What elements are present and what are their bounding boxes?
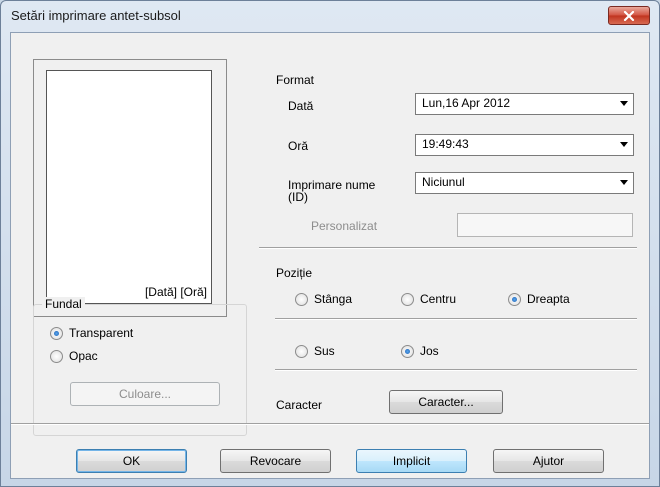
chevron-down-icon xyxy=(620,180,628,185)
preview-page: [Dată] [Oră] xyxy=(46,70,212,304)
radio-indicator xyxy=(295,344,308,358)
page-preview: [Dată] [Oră] xyxy=(33,59,227,317)
radio-transparent-label: Transparent xyxy=(69,326,134,340)
radio-transparent[interactable]: Transparent xyxy=(50,326,133,340)
ok-button[interactable]: OK xyxy=(76,449,187,473)
radio-bottom[interactable]: Jos xyxy=(401,344,439,358)
dialog-body: [Dată] [Oră] Fundal Transparent Opac Cul… xyxy=(10,32,650,479)
date-label: Dată xyxy=(288,99,314,113)
default-button[interactable]: Implicit xyxy=(356,449,467,473)
radio-center[interactable]: Centru xyxy=(401,292,456,306)
cancel-button[interactable]: Revocare xyxy=(220,449,331,473)
separator xyxy=(275,369,637,371)
radio-opaque[interactable]: Opac xyxy=(50,349,98,363)
help-button[interactable]: Ajutor xyxy=(493,449,604,473)
radio-right[interactable]: Dreapta xyxy=(508,292,570,306)
background-group: Fundal Transparent Opac Culoare... xyxy=(33,297,247,436)
radio-left-label: Stânga xyxy=(314,292,353,306)
print-name-label-sub: (ID) xyxy=(288,190,308,204)
chevron-down-icon xyxy=(620,101,628,106)
radio-top-label: Sus xyxy=(314,344,335,358)
separator xyxy=(259,247,637,249)
color-button[interactable]: Culoare... xyxy=(70,382,220,406)
character-button[interactable]: Caracter... xyxy=(389,390,503,414)
background-group-title: Fundal xyxy=(42,297,85,311)
radio-indicator xyxy=(50,326,63,340)
print-name-dropdown-value: Niciunul xyxy=(422,175,465,189)
time-label: Oră xyxy=(288,139,309,153)
print-name-dropdown[interactable]: Niciunul xyxy=(415,172,634,194)
radio-indicator xyxy=(50,349,63,363)
time-dropdown-value: 19:49:43 xyxy=(422,137,469,151)
close-icon xyxy=(623,10,635,21)
radio-right-label: Dreapta xyxy=(527,292,570,306)
custom-label: Personalizat xyxy=(311,219,378,233)
custom-text-field[interactable] xyxy=(457,213,633,237)
date-dropdown-value: Lun,16 Apr 2012 xyxy=(422,96,511,110)
radio-center-label: Centru xyxy=(420,292,457,306)
preview-header-footer-text: [Dată] [Oră] xyxy=(144,285,207,299)
close-button[interactable] xyxy=(608,6,650,25)
date-dropdown[interactable]: Lun,16 Apr 2012 xyxy=(415,93,634,115)
radio-indicator xyxy=(295,292,308,306)
position-title: Poziție xyxy=(276,266,313,280)
radio-indicator xyxy=(401,292,414,306)
radio-left[interactable]: Stânga xyxy=(295,292,352,306)
separator xyxy=(275,318,637,320)
separator xyxy=(11,423,649,425)
radio-indicator xyxy=(508,292,521,306)
radio-top[interactable]: Sus xyxy=(295,344,335,358)
format-title: Format xyxy=(276,73,315,87)
time-dropdown[interactable]: 19:49:43 xyxy=(415,134,634,156)
character-label: Caracter xyxy=(276,398,323,412)
chevron-down-icon xyxy=(620,142,628,147)
window-title: Setări imprimare antet-subsol xyxy=(11,8,181,23)
radio-bottom-label: Jos xyxy=(420,344,439,358)
radio-opaque-label: Opac xyxy=(69,349,98,363)
title-bar: Setări imprimare antet-subsol xyxy=(1,1,659,31)
radio-indicator xyxy=(401,344,414,358)
dialog-window: Setări imprimare antet-subsol [Dată] [Or… xyxy=(0,0,660,487)
